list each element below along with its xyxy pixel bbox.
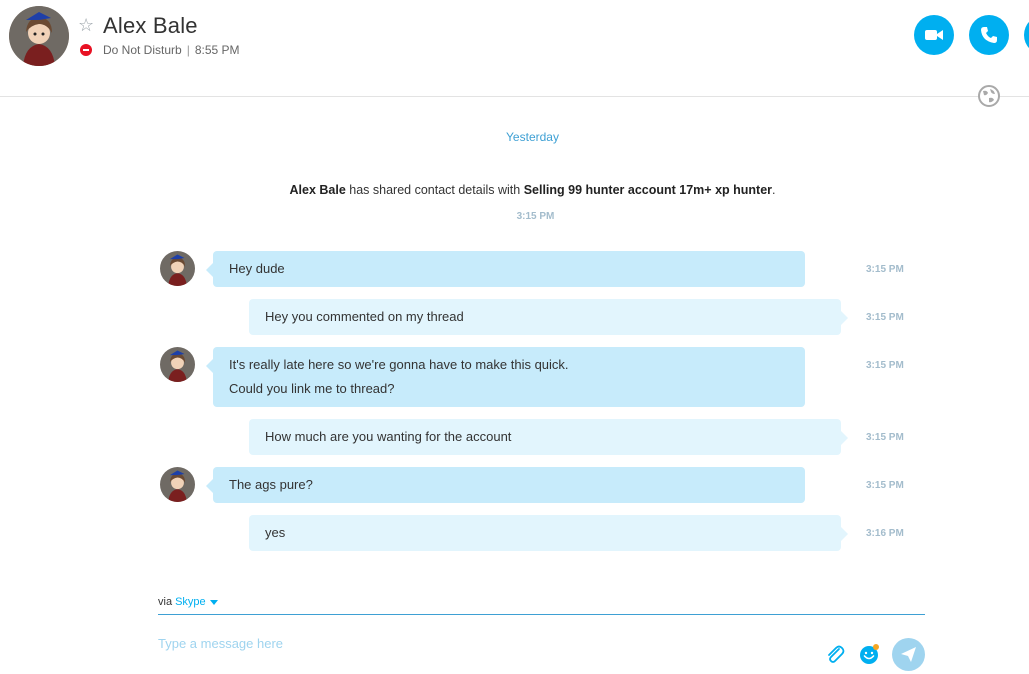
- message-text: Could you link me to thread?: [229, 381, 395, 396]
- share-text: has shared contact details with: [349, 183, 521, 197]
- paperclip-icon[interactable]: [824, 643, 846, 665]
- contact-avatar-small[interactable]: [160, 251, 195, 286]
- incoming-message-bubble[interactable]: It's really late here so we're gonna hav…: [206, 347, 805, 407]
- message-timestamp: 3:16 PM: [866, 528, 904, 539]
- message-text: The ags pure?: [229, 477, 313, 492]
- audio-call-button[interactable]: [969, 15, 1009, 55]
- message-text: yes: [265, 525, 286, 540]
- outgoing-message-bubble[interactable]: How much are you wanting for the account: [249, 419, 848, 455]
- status-separator: |: [186, 43, 190, 57]
- outgoing-message-bubble[interactable]: yes: [249, 515, 848, 551]
- shared-contact-name[interactable]: Selling 99 hunter account 17m+ xp hunter: [524, 183, 772, 197]
- contact-name: Alex Bale: [103, 13, 198, 38]
- via-service-selector[interactable]: via Skype: [158, 596, 218, 608]
- local-time: 8:55 PM: [194, 43, 240, 57]
- conversation-header: ☆ Alex Bale Do Not Disturb | 8:55 PM: [0, 0, 1029, 97]
- video-call-button[interactable]: [914, 15, 954, 55]
- day-separator: Yesterday: [506, 130, 559, 144]
- chevron-down-icon: [209, 599, 218, 605]
- message-input[interactable]: [158, 632, 798, 654]
- status-text: Do Not Disturb: [103, 43, 182, 57]
- outgoing-message-bubble[interactable]: Hey you commented on my thread: [249, 299, 848, 335]
- contact-avatar-small[interactable]: [160, 467, 195, 502]
- message-text: Hey you commented on my thread: [265, 309, 464, 324]
- contact-avatar[interactable]: [9, 6, 69, 66]
- send-button[interactable]: [892, 638, 925, 671]
- phone-icon: [981, 27, 997, 43]
- send-arrow-icon: [901, 647, 916, 662]
- via-label: via: [158, 596, 173, 608]
- video-camera-icon: [925, 30, 943, 40]
- message-timestamp: 3:15 PM: [866, 480, 904, 491]
- share-event-time: 3:15 PM: [516, 211, 555, 222]
- do-not-disturb-icon: [80, 44, 92, 56]
- favorite-star-icon[interactable]: ☆: [78, 17, 94, 35]
- composer-divider: [158, 614, 925, 615]
- message-text: How much are you wanting for the account: [265, 429, 512, 444]
- contact-avatar-small[interactable]: [160, 347, 195, 382]
- message-timestamp: 3:15 PM: [866, 360, 904, 371]
- globe-icon[interactable]: [978, 85, 1000, 107]
- share-sender: Alex Bale: [289, 183, 346, 197]
- contact-status-line: Do Not Disturb | 8:55 PM: [103, 43, 240, 57]
- message-text: It's really late here so we're gonna hav…: [229, 357, 569, 372]
- message-timestamp: 3:15 PM: [866, 312, 904, 323]
- incoming-message-bubble[interactable]: The ags pure?: [206, 467, 805, 503]
- service-name: Skype: [175, 596, 206, 608]
- share-contact-event: Alex Bale has shared contact details wit…: [0, 183, 1029, 197]
- add-people-button[interactable]: [1024, 15, 1029, 55]
- message-text: Hey dude: [229, 261, 285, 276]
- message-timestamp: 3:15 PM: [866, 432, 904, 443]
- incoming-message-bubble[interactable]: Hey dude: [206, 251, 805, 287]
- message-timestamp: 3:15 PM: [866, 264, 904, 275]
- emoticon-icon[interactable]: [858, 643, 880, 665]
- share-end: .: [772, 183, 776, 197]
